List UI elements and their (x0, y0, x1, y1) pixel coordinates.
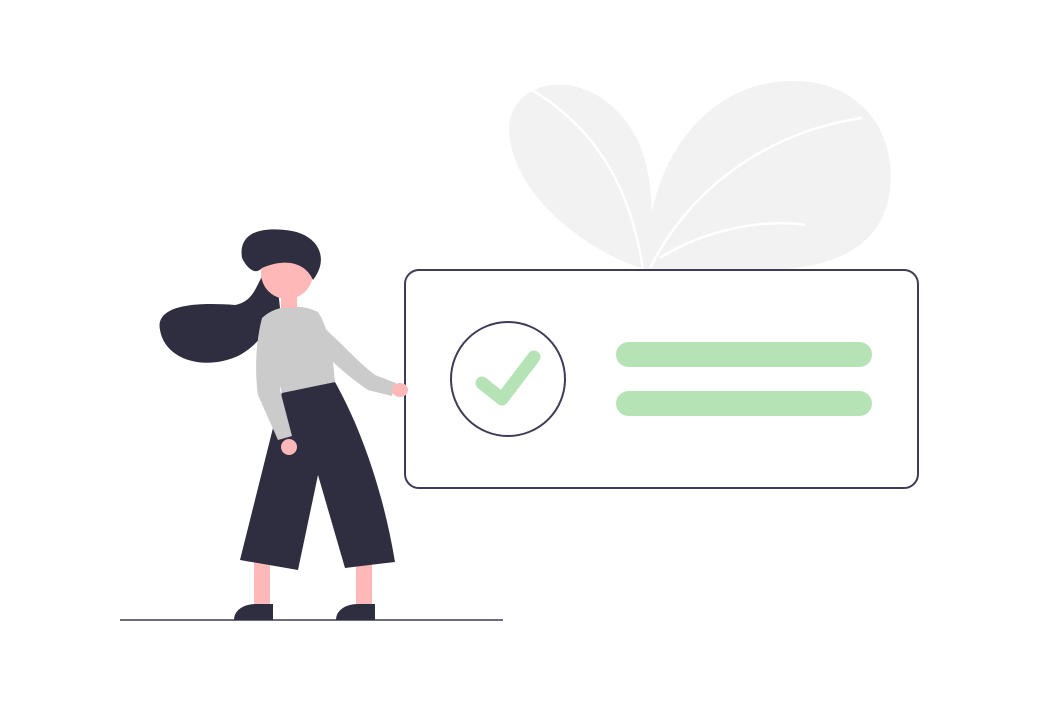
leg-left (254, 560, 270, 610)
shoe-right (336, 604, 375, 620)
shoe-left (234, 604, 273, 620)
hand-left (281, 439, 297, 455)
leaf-right (647, 80, 891, 270)
leaf-icon (509, 80, 891, 271)
leg-right (356, 560, 372, 610)
illustration-scene (0, 0, 1040, 701)
text-placeholder-line-1 (616, 342, 872, 367)
hand-right (392, 383, 408, 397)
woman-figure (159, 229, 408, 620)
confirmation-card (404, 269, 919, 489)
text-placeholder-line-2 (616, 391, 872, 416)
illustration-svg (120, 80, 919, 621)
leaf-left (509, 84, 652, 270)
check-circle (450, 321, 566, 437)
pants (240, 382, 395, 570)
